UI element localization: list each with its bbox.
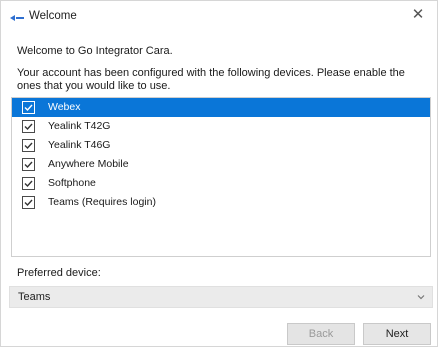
welcome-dialog: Welcome ✕ Welcome to Go Integrator Cara.…: [0, 0, 438, 347]
window-title: Welcome: [29, 10, 77, 22]
device-label: Softphone: [48, 177, 96, 189]
device-label: Teams (Requires login): [48, 196, 156, 208]
device-row-yealink-t42g[interactable]: Yealink T42G: [12, 117, 430, 136]
next-button[interactable]: Next: [363, 323, 431, 345]
preferred-device-label: Preferred device:: [17, 267, 101, 279]
device-label: Yealink T46G: [48, 139, 111, 151]
device-label: Webex: [48, 101, 81, 113]
device-row-webex[interactable]: Webex: [12, 98, 430, 117]
device-list[interactable]: Webex Yealink T42G Yealink T46G Anywhere…: [11, 97, 431, 257]
preferred-device-select[interactable]: Teams: [9, 286, 433, 308]
checkbox[interactable]: [22, 101, 35, 114]
welcome-heading: Welcome to Go Integrator Cara.: [17, 45, 173, 57]
selected-value: Teams: [18, 291, 51, 303]
checkbox[interactable]: [22, 177, 35, 190]
device-label: Yealink T42G: [48, 120, 111, 132]
chevron-down-icon: [416, 292, 426, 302]
device-row-yealink-t46g[interactable]: Yealink T46G: [12, 136, 430, 155]
device-label: Anywhere Mobile: [48, 158, 129, 170]
title-bar: Welcome ✕: [1, 1, 437, 31]
checkbox[interactable]: [22, 120, 35, 133]
back-button[interactable]: Back: [287, 323, 355, 345]
device-row-teams[interactable]: Teams (Requires login): [12, 193, 430, 212]
device-row-softphone[interactable]: Softphone: [12, 174, 430, 193]
instructions-text: Your account has been configured with th…: [17, 67, 405, 92]
checkbox[interactable]: [22, 196, 35, 209]
app-logo-icon: [9, 13, 25, 21]
device-row-anywhere-mobile[interactable]: Anywhere Mobile: [12, 155, 430, 174]
close-icon[interactable]: ✕: [409, 6, 427, 24]
checkbox[interactable]: [22, 139, 35, 152]
checkbox[interactable]: [22, 158, 35, 171]
